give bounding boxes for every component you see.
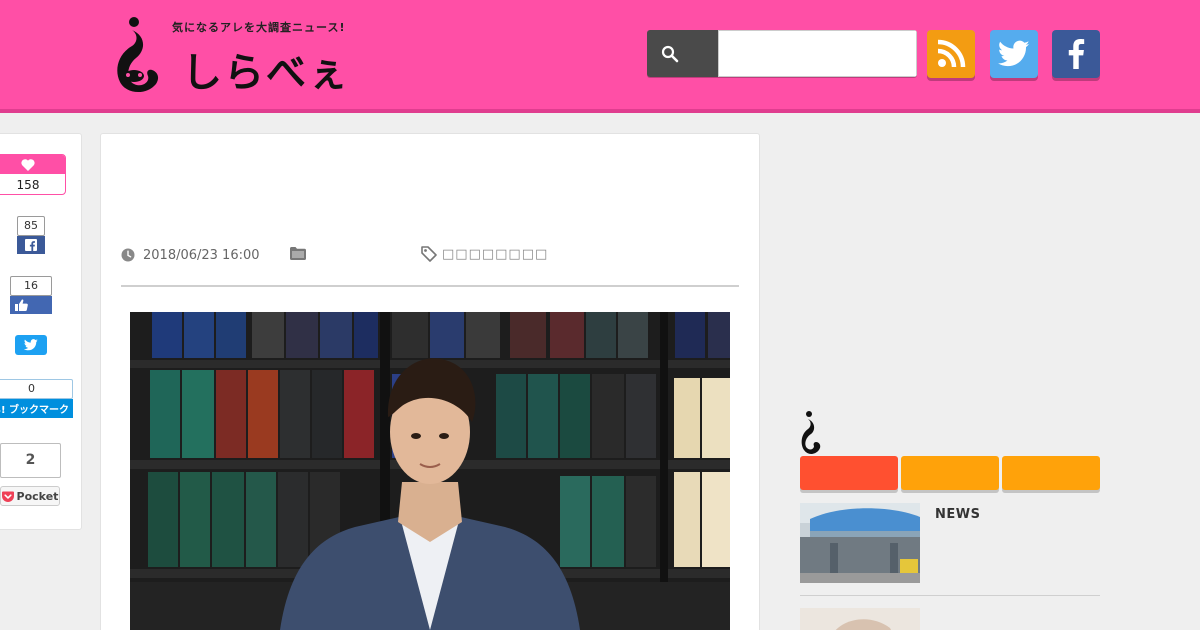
news-thumbnail	[800, 503, 920, 583]
hatena-label: B! ブックマーク	[0, 399, 73, 418]
article-hero-image[interactable]	[130, 312, 730, 630]
like-button[interactable]: 158	[0, 154, 66, 195]
search-button[interactable]	[647, 30, 718, 77]
meta-divider	[121, 285, 739, 287]
heart-icon	[21, 158, 35, 171]
twitter-share-button[interactable]	[15, 335, 47, 355]
facebook-button[interactable]	[1052, 30, 1100, 78]
article-date: 2018/06/23 16:00	[143, 247, 260, 263]
search-input[interactable]	[718, 30, 917, 77]
facebook-share-count: 85	[17, 216, 45, 236]
facebook-like-count: 16	[10, 276, 52, 296]
search-bar	[647, 30, 917, 77]
pocket-button[interactable]: 2 Pocket	[0, 443, 62, 506]
article-tags: □□□□□□□□	[421, 246, 548, 262]
twitter-icon	[24, 339, 38, 351]
facebook-like-button[interactable]: 16	[10, 276, 52, 315]
facebook-icon	[25, 239, 37, 251]
hatena-count: 0	[0, 379, 73, 399]
tag-icon	[421, 246, 437, 262]
rss-icon	[937, 39, 966, 68]
hero-photo	[130, 312, 730, 630]
hatena-bookmark-button[interactable]: 0 B! ブックマーク	[0, 379, 73, 419]
clock-icon	[121, 248, 135, 262]
tag-list[interactable]: □□□□□□□□	[442, 247, 548, 262]
logo-mark-icon[interactable]	[112, 14, 172, 98]
pocket-count: 2	[0, 443, 61, 478]
ranking-tab-3[interactable]	[1002, 456, 1100, 490]
site-tagline: 気になるアレを大調査ニュース!	[172, 21, 346, 34]
folder-icon[interactable]	[290, 247, 306, 260]
news-category: NEWS	[935, 507, 981, 522]
rss-button[interactable]	[927, 30, 975, 78]
sidebar-mascot-icon	[801, 411, 821, 454]
facebook-icon	[1068, 39, 1085, 69]
ranking-tab-2[interactable]	[901, 456, 999, 490]
pocket-icon	[1, 491, 14, 502]
pocket-label: Pocket	[16, 489, 59, 503]
like-count: 158	[16, 178, 40, 192]
sidebar-news-item[interactable]: NEWS	[800, 503, 1100, 596]
facebook-share-button[interactable]: 85	[17, 216, 45, 255]
twitter-icon	[998, 40, 1030, 67]
site-logo-text[interactable]: しらべぇ	[182, 40, 350, 98]
thumbs-up-icon	[15, 299, 28, 311]
site-header: 気になるアレを大調査ニュース! しらべぇ	[0, 0, 1200, 113]
article-meta: 2018/06/23 16:00	[121, 245, 260, 265]
news-thumbnail[interactable]	[800, 608, 920, 630]
twitter-button[interactable]	[990, 30, 1038, 78]
search-icon	[661, 45, 679, 62]
ranking-tab-1[interactable]	[800, 456, 898, 490]
